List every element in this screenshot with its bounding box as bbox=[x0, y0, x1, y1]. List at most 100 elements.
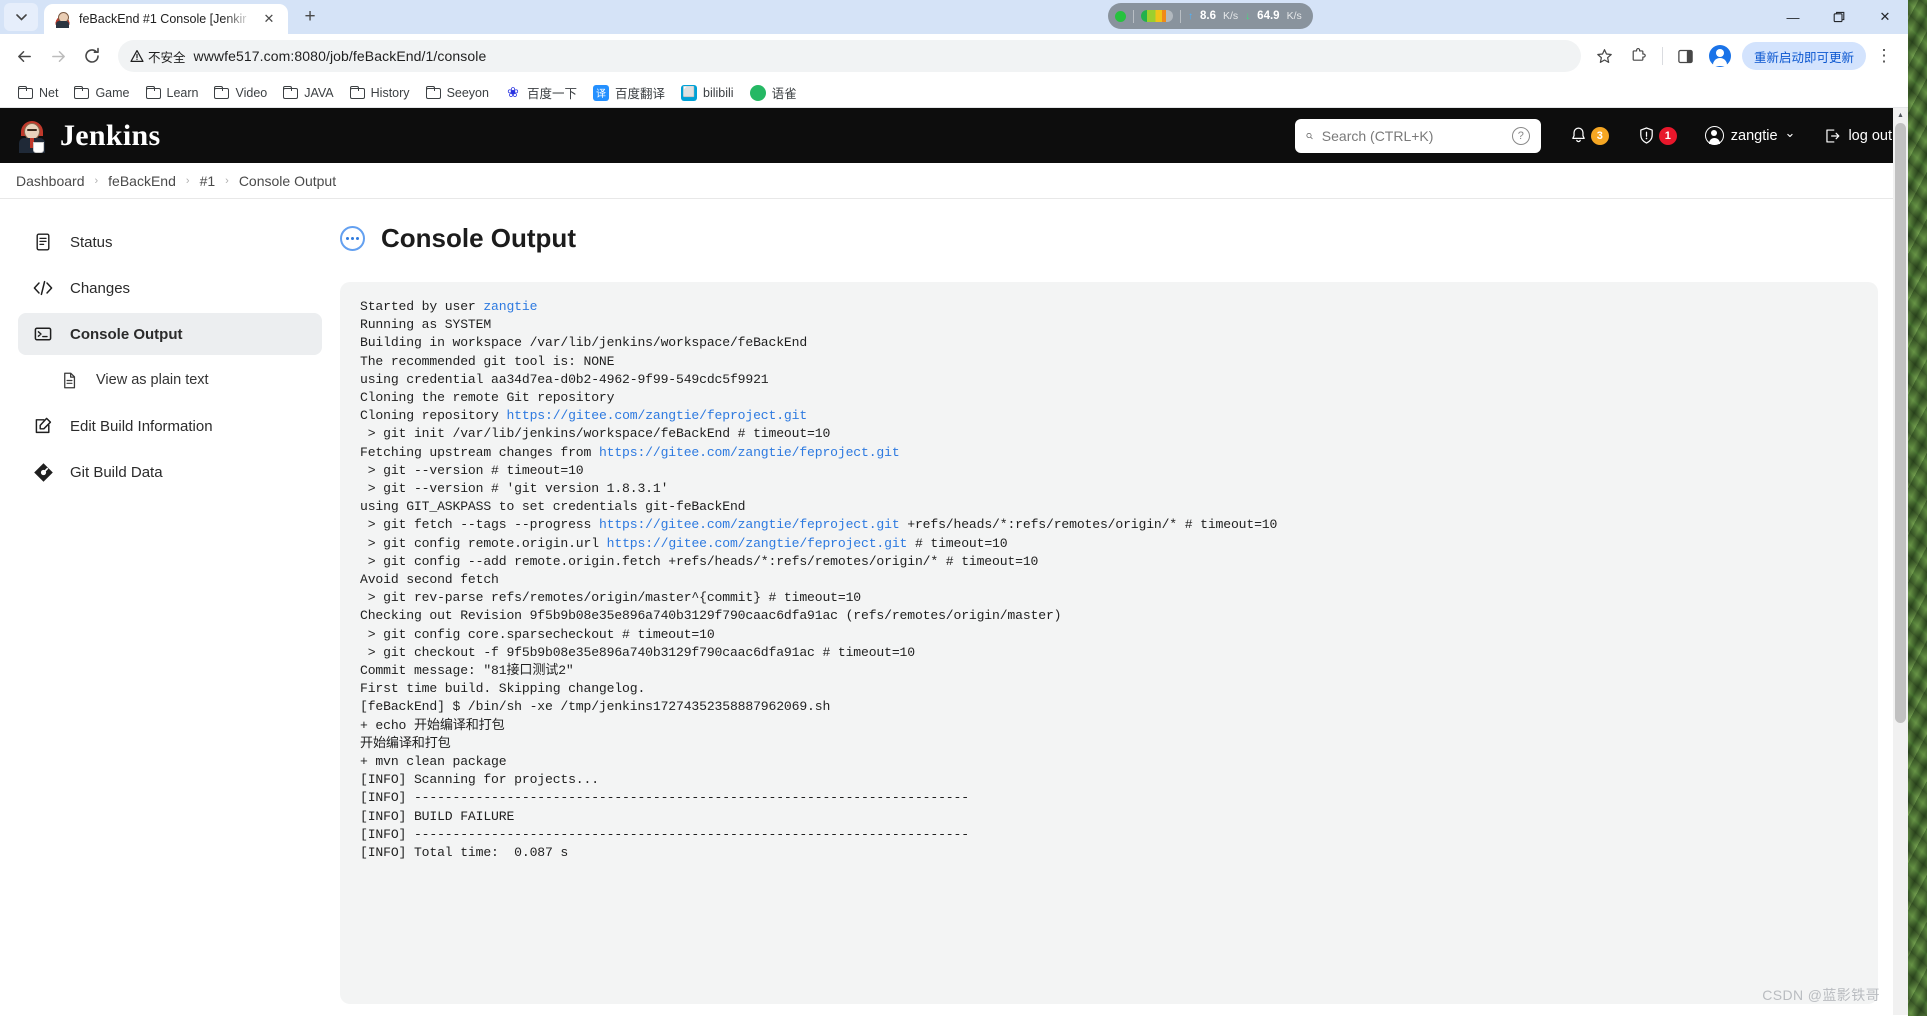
console-link[interactable]: https://gitee.com/zangtie/feproject.git bbox=[607, 536, 908, 551]
code-icon bbox=[32, 277, 54, 299]
bookmark-item-java[interactable]: JAVA bbox=[275, 83, 341, 103]
sidebar-item-label: Status bbox=[70, 233, 113, 251]
sidebar-item-status[interactable]: Status bbox=[18, 221, 322, 263]
bookmark-label: Learn bbox=[166, 85, 199, 100]
console-line: [INFO] Scanning for projects... bbox=[360, 772, 599, 788]
bookmark-item-百度翻译[interactable]: 译百度翻译 bbox=[585, 80, 673, 105]
browser-menu-icon[interactable]: ⋮ bbox=[1868, 40, 1900, 72]
bookmark-label: 百度翻译 bbox=[614, 87, 665, 101]
main-content: Console Output Started by user zangtie Ru… bbox=[340, 199, 1908, 1015]
close-window-button[interactable]: ✕ bbox=[1862, 0, 1908, 34]
upload-unit: K/s bbox=[1223, 10, 1239, 22]
maximize-button[interactable] bbox=[1816, 0, 1862, 34]
bookmark-item-bilibili[interactable]: ⬜ bilibili bbox=[673, 82, 742, 104]
back-icon[interactable] bbox=[8, 40, 40, 72]
user-menu-button[interactable]: zangtie ⌄ bbox=[1704, 124, 1796, 145]
sidebar-item-git-build-data[interactable]: Git Build Data bbox=[18, 451, 322, 493]
page-scrollbar[interactable]: ▲ bbox=[1893, 108, 1908, 1015]
console-line: Building in workspace /var/lib/jenkins/w… bbox=[360, 335, 808, 351]
console-line: [INFO] ---------------------------------… bbox=[360, 790, 969, 806]
bookmark-label: JAVA bbox=[304, 85, 334, 100]
notifications-button[interactable]: 3 bbox=[1569, 126, 1609, 145]
security-warnings-button[interactable]: 1 bbox=[1637, 126, 1677, 145]
folder-icon bbox=[74, 86, 90, 99]
console-link[interactable]: https://gitee.com/zangtie/feproject.git bbox=[506, 408, 807, 423]
bookmark-star-icon[interactable] bbox=[1589, 40, 1621, 72]
breadcrumb-item-console-output[interactable]: Console Output bbox=[239, 173, 336, 189]
bookmark-item-百度一下[interactable]: ❀ 百度一下 bbox=[497, 80, 585, 105]
yuque-icon bbox=[749, 84, 766, 101]
sidebar-item-label: Edit Build Information bbox=[70, 417, 213, 435]
console-link[interactable]: https://gitee.com/zangtie/feproject.git bbox=[599, 517, 900, 532]
profile-avatar[interactable] bbox=[1704, 40, 1736, 72]
bookmark-item-net[interactable]: Net bbox=[10, 83, 66, 103]
network-speed-widget[interactable]: ↑ 8.6 K/s ↓ 64.9 K/s bbox=[1108, 3, 1313, 29]
console-line: using credential aa34d7ea-d0b2-4962-9f99… bbox=[360, 371, 769, 387]
console-line: + echo 开始编译和打包 bbox=[360, 717, 505, 733]
scrollbar-thumb[interactable] bbox=[1895, 123, 1906, 723]
folder-icon bbox=[145, 86, 161, 99]
bookmark-item-game[interactable]: Game bbox=[66, 83, 137, 103]
security-indicator[interactable]: 不安全 bbox=[130, 47, 186, 66]
tab-title: feBackEnd #1 Console [Jenkir bbox=[79, 12, 247, 26]
console-output-panel[interactable]: Started by user zangtie Running as SYSTEM… bbox=[340, 282, 1878, 1004]
sidebar-item-edit-build-information[interactable]: Edit Build Information bbox=[18, 405, 322, 447]
divider bbox=[1133, 9, 1134, 23]
bookmark-label: Game bbox=[95, 85, 130, 100]
sidebar-item-console-output[interactable]: Console Output bbox=[18, 313, 322, 355]
page-title: Console Output bbox=[340, 223, 1878, 254]
bookmark-label: Video bbox=[235, 85, 268, 100]
console-line: Cloning repository https://gitee.com/zan… bbox=[360, 408, 808, 424]
page-title-text: Console Output bbox=[381, 223, 576, 253]
new-tab-icon[interactable]: + bbox=[296, 3, 324, 31]
console-link[interactable]: zangtie bbox=[483, 299, 537, 314]
breadcrumb-item-dashboard[interactable]: Dashboard bbox=[16, 173, 85, 189]
address-bar[interactable]: 不安全 wwwfe517.com:8080/job/feBackEnd/1/co… bbox=[118, 40, 1581, 72]
chevron-down-icon: ⌄ bbox=[1784, 124, 1796, 140]
notifications-badge: 3 bbox=[1590, 126, 1609, 145]
sidebar-item-view-as-plain-text[interactable]: View as plain text bbox=[44, 359, 322, 401]
console-line: [feBackEnd] $ /bin/sh -xe /tmp/jenkins17… bbox=[360, 699, 831, 715]
side-panel-icon[interactable] bbox=[1670, 40, 1702, 72]
sidebar: Status Changes Console Output View as plain… bbox=[0, 199, 340, 1015]
close-icon[interactable]: ✕ bbox=[260, 10, 278, 28]
console-line: > git rev-parse refs/remotes/origin/mast… bbox=[360, 590, 861, 606]
bell-icon bbox=[1571, 127, 1585, 143]
console-line: The recommended git tool is: NONE bbox=[360, 353, 615, 369]
bookmark-item-learn[interactable]: Learn bbox=[138, 83, 207, 103]
search-input[interactable] bbox=[1321, 127, 1503, 144]
bookmark-item-seeyon[interactable]: Seeyon bbox=[418, 83, 497, 103]
edit-icon bbox=[32, 415, 54, 437]
breadcrumb-item-febackend[interactable]: feBackEnd bbox=[108, 173, 176, 189]
minimize-button[interactable]: — bbox=[1770, 0, 1816, 34]
bookmark-item-video[interactable]: Video bbox=[206, 83, 275, 103]
breadcrumb-item--1[interactable]: #1 bbox=[200, 173, 216, 189]
jenkins-logo-icon[interactable] bbox=[16, 119, 48, 153]
download-unit: K/s bbox=[1286, 10, 1302, 22]
bookmark-item-history[interactable]: History bbox=[342, 83, 418, 103]
bookmark-item-语雀[interactable]: 语雀 bbox=[742, 80, 805, 105]
jenkins-search-box[interactable]: ? bbox=[1294, 118, 1541, 153]
tab-search-icon[interactable] bbox=[4, 3, 38, 31]
page-icon bbox=[58, 369, 80, 391]
forward-icon[interactable] bbox=[42, 40, 74, 72]
page-viewport: Jenkins ? 3 1 zangtie ⌄ lo bbox=[0, 108, 1908, 1015]
restart-to-update-button[interactable]: 重新启动即可更新 bbox=[1741, 42, 1866, 70]
help-icon[interactable]: ? bbox=[1511, 126, 1530, 145]
jenkins-brand-title[interactable]: Jenkins bbox=[60, 119, 160, 153]
tab-strip: feBackEnd #1 Console [Jenkir ✕ + ↑ 8.6 K… bbox=[0, 0, 1908, 34]
browser-tab[interactable]: feBackEnd #1 Console [Jenkir ✕ bbox=[44, 4, 288, 34]
scroll-up-arrow-icon[interactable]: ▲ bbox=[1893, 108, 1908, 123]
divider bbox=[1661, 47, 1663, 65]
reload-icon[interactable] bbox=[76, 40, 108, 72]
logout-button[interactable]: log out bbox=[1823, 127, 1892, 145]
load-bar-icon bbox=[1141, 10, 1173, 22]
console-link[interactable]: https://gitee.com/zangtie/feproject.git bbox=[599, 445, 900, 460]
folder-icon bbox=[425, 86, 441, 99]
url-text: wwwfe517.com:8080/job/feBackEnd/1/consol… bbox=[193, 48, 487, 64]
user-avatar-icon bbox=[1704, 126, 1724, 145]
extensions-puzzle-icon[interactable] bbox=[1623, 40, 1655, 72]
sidebar-item-changes[interactable]: Changes bbox=[18, 267, 322, 309]
folder-icon bbox=[283, 86, 299, 99]
upload-value: 8.6 bbox=[1200, 10, 1216, 22]
